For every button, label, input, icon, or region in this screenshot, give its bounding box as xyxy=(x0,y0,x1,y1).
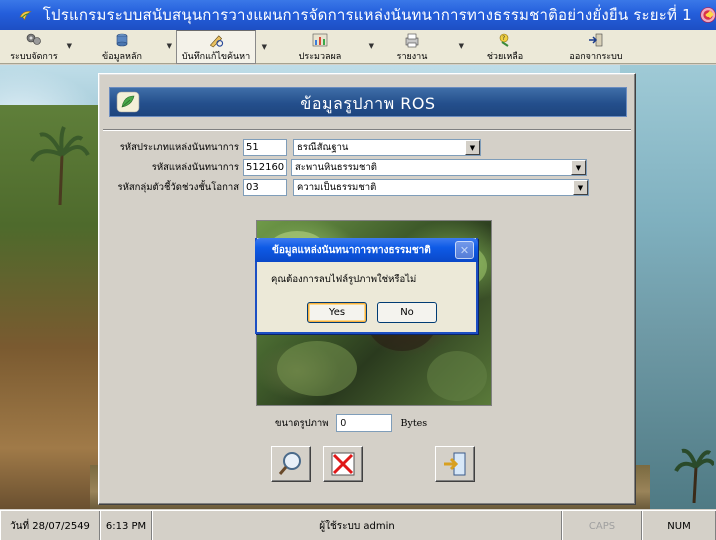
recreation-type-code-input[interactable] xyxy=(243,139,287,156)
recreation-site-code-input[interactable] xyxy=(243,159,287,176)
recreation-type-value: ธรณีสัณฐาน xyxy=(297,142,349,153)
status-date: วันที่ 28/07/2549 xyxy=(0,511,100,540)
menu-report[interactable]: รายงาน ▼ xyxy=(372,30,464,64)
window-titlebar: โปรแกรมระบบสนับสนุนการวางแผนการจัดการแหล… xyxy=(0,0,716,30)
menu-label: ออกจากระบบ xyxy=(569,52,623,62)
chevron-down-icon[interactable]: ▼ xyxy=(465,140,480,155)
chevron-down-icon: ▼ xyxy=(261,43,267,51)
main-menu-toolbar: ระบบจัดการ ▼ ข้อมูลหลัก ▼ บันทึกแก้ไขค้น… xyxy=(0,30,716,64)
yes-button[interactable]: Yes xyxy=(307,302,367,323)
field-recreation-site: รหัสแหล่งนันทนาการ สะพานหินธรรมชาติ ▼ xyxy=(111,159,587,176)
close-icon[interactable]: ✕ xyxy=(455,241,474,259)
no-button[interactable]: No xyxy=(377,302,437,323)
help-icon: ? xyxy=(499,33,509,47)
recreation-type-label: รหัสประเภทแหล่งนันทนาการ xyxy=(119,142,239,153)
titlebar-arrow-icon: ◆ xyxy=(706,9,714,20)
menu-label: ข้อมูลหลัก xyxy=(102,52,142,62)
admin-icon xyxy=(26,33,41,45)
recreation-site-value: สะพานหินธรรมชาติ xyxy=(295,162,377,173)
menu-help[interactable]: ? ช่วยเหลือ xyxy=(470,30,540,64)
dialog-titlebar: ข้อมูลแหล่งนันทนาการทางธรรมชาติ ✕ xyxy=(255,238,478,262)
status-time: 6:13 PM xyxy=(100,511,152,540)
chevron-down-icon[interactable]: ▼ xyxy=(573,180,588,195)
form-title: ข้อมูลรูปภาพ ROS xyxy=(300,94,436,113)
chevron-down-icon: ▼ xyxy=(66,42,72,50)
svg-text:?: ? xyxy=(502,35,505,42)
window-title: โปรแกรมระบบสนับสนุนการวางแผนการจัดการแหล… xyxy=(42,6,692,24)
menu-master-data[interactable]: ข้อมูลหลัก ▼ xyxy=(76,30,172,64)
menu-label: ประมวลผล xyxy=(298,52,342,62)
recreation-site-select[interactable]: สะพานหินธรรมชาติ ▼ xyxy=(291,159,587,176)
database-icon xyxy=(116,33,128,47)
palm-tree-image xyxy=(30,126,90,205)
menu-label: ช่วยเหลือ xyxy=(486,52,524,62)
menu-logout[interactable]: ออกจากระบบ xyxy=(556,30,636,64)
recreation-type-select[interactable]: ธรณีสัณฐาน ▼ xyxy=(293,139,481,156)
palm-tree-image xyxy=(674,448,714,503)
photo-foliage xyxy=(427,351,487,401)
opportunity-group-code-input[interactable] xyxy=(243,179,287,196)
app-logo-icon xyxy=(19,11,32,21)
opportunity-group-label: รหัสกลุ่มตัวชี้วัดช่วงชั้นโอกาส xyxy=(117,182,239,193)
menu-label: บันทึกแก้ไขค้นหา xyxy=(181,52,251,62)
delete-image-button[interactable] xyxy=(323,446,363,482)
menu-record-edit-search[interactable]: บันทึกแก้ไขค้นหา ▼ xyxy=(176,30,267,64)
status-num: NUM xyxy=(642,511,716,540)
field-recreation-type: รหัสประเภทแหล่งนันทนาการ ธรณีสัณฐาน ▼ xyxy=(111,139,481,156)
photo-foliage xyxy=(277,341,357,396)
status-bar: วันที่ 28/07/2549 6:13 PM ผู้ใช้ระบบ adm… xyxy=(0,510,716,540)
menu-label: รายงาน xyxy=(396,52,428,62)
chevron-down-icon[interactable]: ▼ xyxy=(571,160,586,175)
magnify-icon xyxy=(278,452,301,475)
image-size-input[interactable] xyxy=(336,414,393,432)
edit-search-icon xyxy=(209,35,224,48)
image-size-label: ขนาดรูปภาพ xyxy=(275,417,329,429)
image-size-row: ขนาดรูปภาพ Bytes xyxy=(275,414,427,432)
delete-confirm-dialog: ข้อมูลแหล่งนันทนาการทางธรรมชาติ ✕ คุณต้อ… xyxy=(255,238,478,334)
chevron-down-icon: ▼ xyxy=(166,42,172,50)
recreation-site-label: รหัสแหล่งนันทนาการ xyxy=(151,162,239,173)
opportunity-group-value: ความเป็นธรรมชาติ xyxy=(297,182,377,193)
exit-icon xyxy=(444,452,466,476)
chevron-down-icon: ▼ xyxy=(458,42,464,50)
image-size-unit: Bytes xyxy=(400,417,428,429)
status-caps: CAPS xyxy=(562,511,642,540)
view-image-button[interactable] xyxy=(271,446,311,482)
opportunity-group-select[interactable]: ความเป็นธรรมชาติ ▼ xyxy=(293,179,589,196)
menu-label: ระบบจัดการ xyxy=(10,52,58,62)
form-header: ข้อมูลรูปภาพ ROS xyxy=(109,87,627,117)
status-user: ผู้ใช้ระบบ admin xyxy=(152,511,562,540)
dialog-message: คุณต้องการลบไฟล์รูปภาพใช่หรือไม่ xyxy=(271,274,417,285)
menu-process[interactable]: ประมวลผล ▼ xyxy=(280,30,374,64)
exit-form-button[interactable] xyxy=(435,446,475,482)
delete-icon xyxy=(331,452,355,476)
report-icon xyxy=(405,33,419,48)
divider xyxy=(103,129,631,131)
logout-icon xyxy=(589,33,603,47)
menu-admin[interactable]: ระบบจัดการ ▼ xyxy=(0,30,72,64)
dialog-title: ข้อมูลแหล่งนันทนาการทางธรรมชาติ xyxy=(272,245,431,256)
process-icon xyxy=(312,33,328,47)
field-opportunity-group: รหัสกลุ่มตัวชี้วัดช่วงชั้นโอกาส ความเป็น… xyxy=(111,179,589,196)
